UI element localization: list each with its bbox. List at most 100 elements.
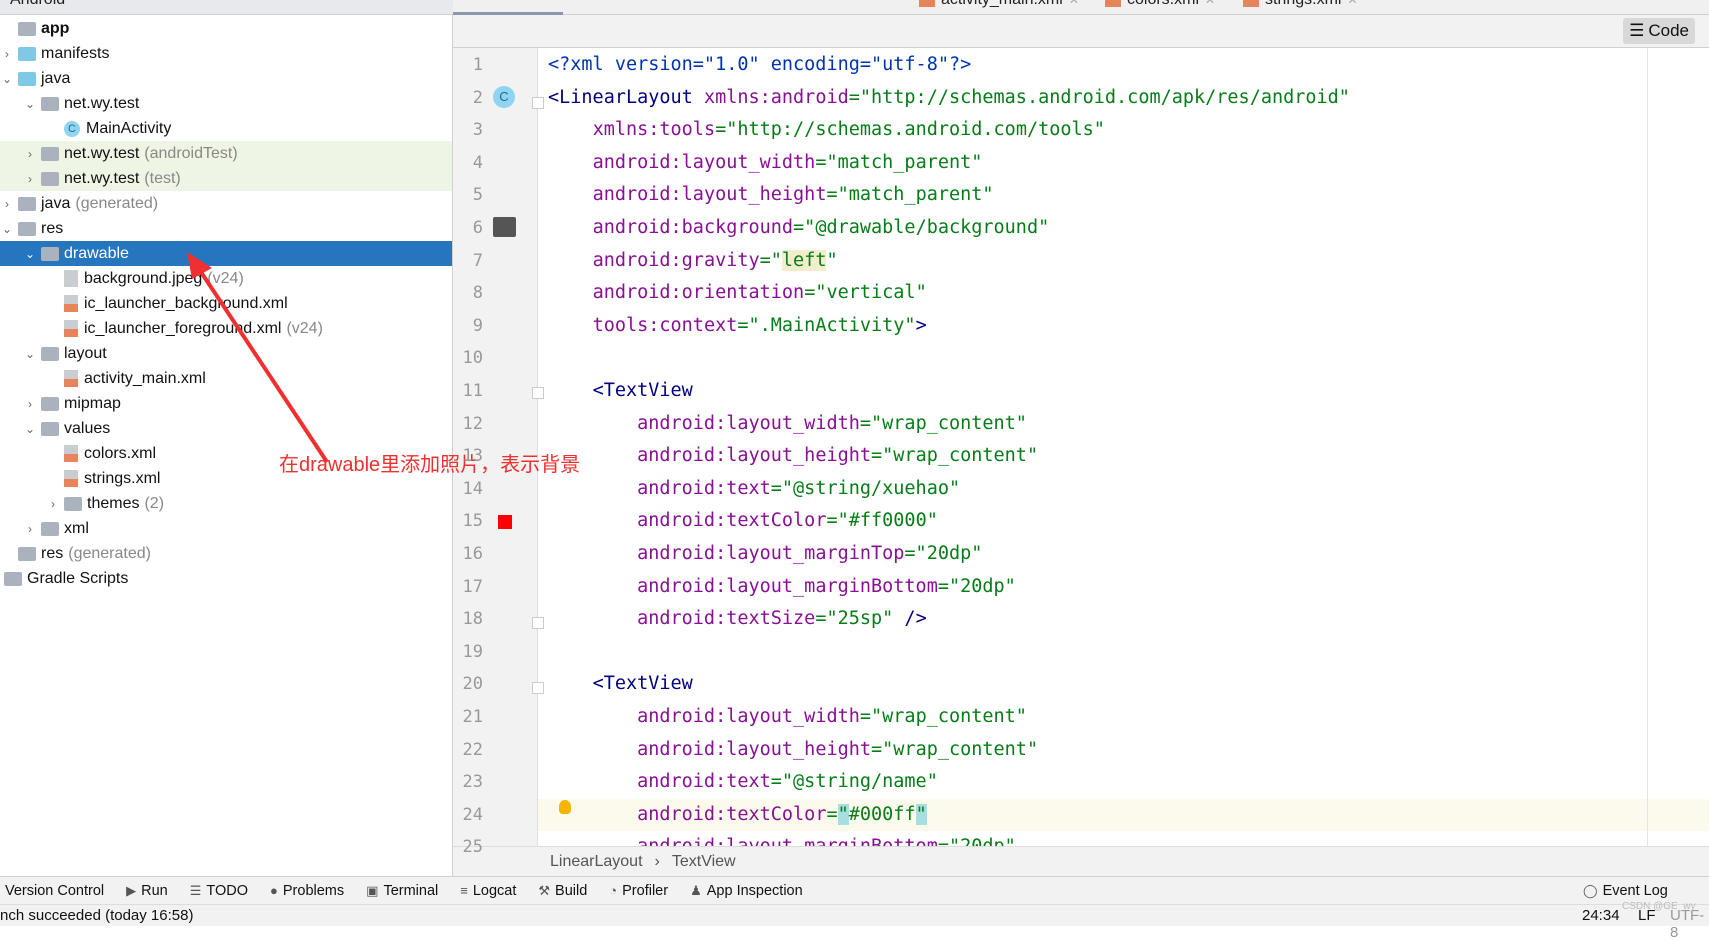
- tree-item[interactable]: ⌄ java: [0, 66, 452, 91]
- project-view-selector[interactable]: Android: [10, 0, 65, 9]
- tree-item[interactable]: ⌄ values: [0, 416, 452, 441]
- toolwindow-run[interactable]: ▶ Run: [126, 883, 168, 899]
- toolwindow-logcat[interactable]: ≡ Logcat: [460, 883, 516, 899]
- chevron-right-icon[interactable]: ›: [23, 172, 37, 186]
- xml-file-icon: [1105, 0, 1121, 7]
- tree-item[interactable]: › mipmap: [0, 391, 452, 416]
- toolwindow-profiler[interactable]: ◔ Profiler: [609, 883, 668, 899]
- tree-item[interactable]: C MainActivity: [0, 116, 452, 141]
- code-token: <TextView: [592, 380, 693, 401]
- toolwindow-terminal[interactable]: ▣ Terminal: [366, 883, 438, 899]
- tab-activity_main-xml[interactable]: activity_main.xml ✕: [919, 0, 1079, 9]
- code-token: xmlns:tools: [592, 119, 716, 141]
- chevron-down-icon[interactable]: ⌄: [23, 97, 37, 111]
- tree-item[interactable]: ⌄ net.wy.test: [0, 91, 452, 116]
- code-token: ="@string/xuehao": [770, 477, 961, 499]
- lightbulb-icon[interactable]: [559, 800, 571, 814]
- toolwindow-todo[interactable]: ☰ TODO: [190, 883, 248, 899]
- code-line: android:background="@drawable/background…: [538, 212, 1709, 244]
- tree-item-qualifier: (androidTest): [144, 144, 238, 162]
- folder-icon: [41, 521, 59, 536]
- tree-item[interactable]: › java (generated): [0, 191, 452, 216]
- code-token: ="20dp": [937, 575, 1016, 597]
- toolwindow-problems[interactable]: ● Problems: [270, 883, 344, 899]
- code-token: ="25sp": [815, 608, 894, 630]
- toolwindow-app-inspection[interactable]: ♟ App Inspection: [690, 883, 803, 899]
- tree-item[interactable]: ⌄ drawable: [0, 241, 452, 266]
- tree-item[interactable]: activity_main.xml: [0, 366, 452, 391]
- chevron-right-icon[interactable]: ›: [23, 147, 37, 161]
- color-swatch-icon[interactable]: [498, 515, 512, 529]
- close-icon[interactable]: ✕: [1205, 0, 1215, 7]
- code-token: xmlns:android: [703, 86, 849, 108]
- toolwindow-build[interactable]: ⚒ Build: [538, 883, 587, 899]
- chevron-right-icon[interactable]: ›: [23, 397, 37, 411]
- code-token: ": [837, 803, 849, 825]
- toolwindow-label: Run: [141, 882, 168, 899]
- line-number: 6: [472, 218, 483, 238]
- code-token: android:layout_marginBottom: [637, 836, 938, 846]
- fold-icon[interactable]: [532, 97, 544, 109]
- tree-item[interactable]: ic_launcher_foreground.xml (v24): [0, 316, 452, 341]
- tree-item-label: mipmap: [64, 394, 121, 412]
- tab-colors-xml[interactable]: colors.xml ✕: [1105, 0, 1215, 9]
- tree-item[interactable]: › net.wy.test (test): [0, 166, 452, 191]
- tree-item[interactable]: › net.wy.test (androidTest): [0, 141, 452, 166]
- project-tree: app › manifests ⌄ java ⌄ net.wy.test C MainActiv…: [0, 15, 453, 876]
- tree-item[interactable]: › manifests: [0, 41, 452, 66]
- tree-item-label: values: [64, 419, 111, 437]
- toolwindow-version-control[interactable]: Version Control: [5, 883, 104, 899]
- chevron-right-icon[interactable]: ›: [46, 497, 60, 511]
- chevron-right-icon[interactable]: ›: [23, 522, 37, 536]
- fold-icon[interactable]: [532, 682, 544, 694]
- chevron-right-icon[interactable]: ›: [0, 47, 14, 61]
- caret-position[interactable]: 24:34: [1582, 907, 1620, 924]
- fold-icon[interactable]: [532, 617, 544, 629]
- tree-item-label: net.wy.test: [64, 144, 140, 162]
- tab-strings-xml[interactable]: strings.xml ✕: [1243, 0, 1358, 9]
- close-icon[interactable]: ✕: [1069, 0, 1079, 7]
- chevron-down-icon[interactable]: ⌄: [23, 247, 37, 261]
- tree-item[interactable]: ⌄ res: [0, 216, 452, 241]
- lines-icon: ☰: [1629, 21, 1645, 40]
- tree-item[interactable]: background.jpeg (v24): [0, 266, 452, 291]
- tree-item[interactable]: › themes (2): [0, 491, 452, 516]
- tree-item-qualifier: (v24): [207, 269, 244, 287]
- tree-item[interactable]: ⌄ layout: [0, 341, 452, 366]
- code-line: android:layout_width="wrap_content": [538, 701, 1709, 733]
- tree-item[interactable]: res (generated): [0, 541, 452, 566]
- class-link-icon[interactable]: C: [493, 86, 515, 108]
- code-view-button[interactable]: ☰ Code: [1623, 18, 1695, 44]
- tree-item-qualifier: (2): [144, 494, 165, 512]
- folder-icon: [64, 496, 82, 511]
- event-log-button[interactable]: ◯ Event Log: [1583, 883, 1668, 899]
- close-icon[interactable]: ✕: [1347, 0, 1357, 7]
- chevron-down-icon[interactable]: ⌄: [0, 72, 14, 86]
- xml-file-icon: [64, 370, 78, 387]
- fold-icon[interactable]: [532, 387, 544, 399]
- tree-item[interactable]: › xml: [0, 516, 452, 541]
- chevron-down-icon[interactable]: ⌄: [0, 222, 14, 236]
- breadcrumb-textview[interactable]: TextView: [672, 853, 736, 871]
- code-token: android:layout_height: [592, 184, 827, 206]
- file-encoding[interactable]: UTF-8: [1670, 907, 1709, 941]
- tree-item[interactable]: ic_launcher_background.xml: [0, 291, 452, 316]
- code-token: <LinearLayout: [548, 86, 704, 108]
- chevron-right-icon[interactable]: ›: [0, 197, 14, 211]
- toolwindow-icon: ◔: [609, 883, 618, 898]
- tree-item[interactable]: Gradle Scripts: [0, 566, 452, 591]
- chevron-down-icon[interactable]: ⌄: [23, 422, 37, 436]
- image-preview-icon[interactable]: [493, 217, 516, 237]
- code-editor[interactable]: <?xml version="1.0" encoding="utf-8"?> <L…: [538, 48, 1709, 846]
- chevron-down-icon[interactable]: ⌄: [23, 347, 37, 361]
- tree-item-label: net.wy.test: [64, 94, 140, 112]
- line-number: 16: [462, 544, 483, 564]
- breadcrumb-linearlayout[interactable]: LinearLayout: [550, 853, 643, 871]
- tree-item[interactable]: app: [0, 16, 452, 41]
- folder-icon: [18, 46, 36, 61]
- xml-file-icon: [919, 0, 935, 7]
